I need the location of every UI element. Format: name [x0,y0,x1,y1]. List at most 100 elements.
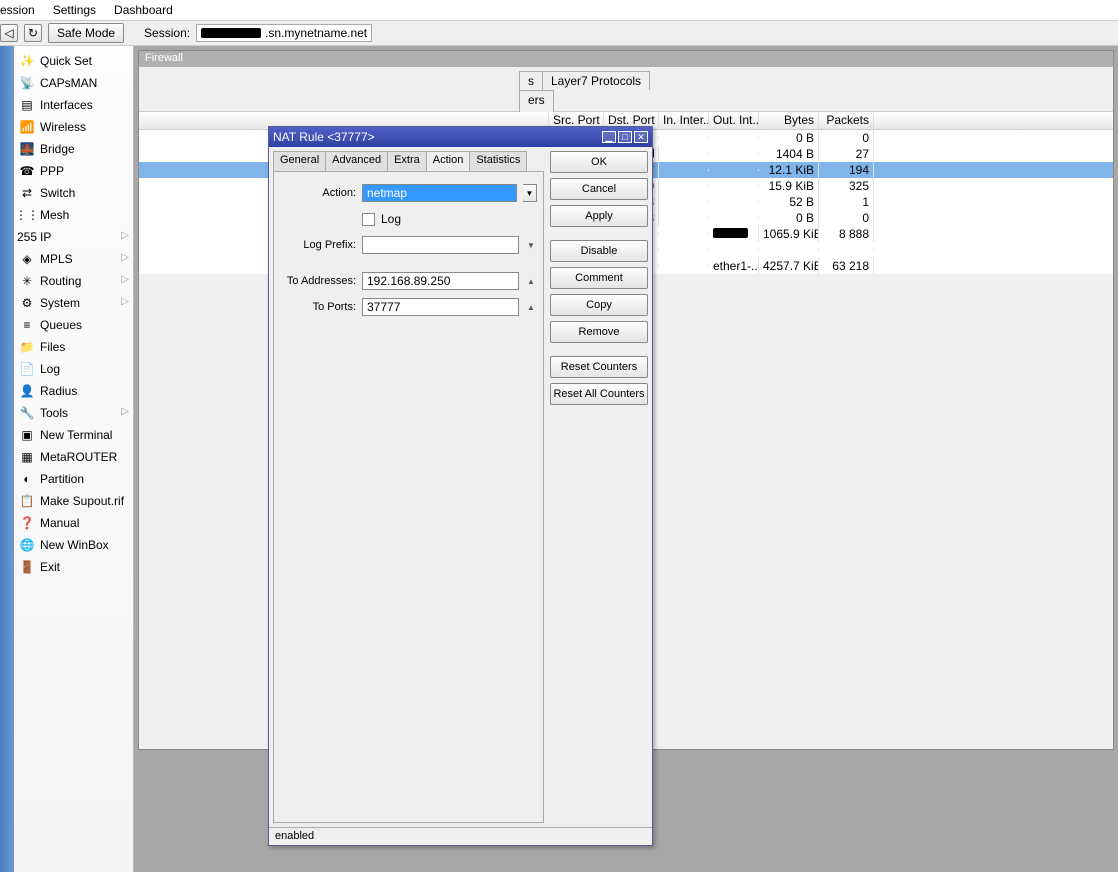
menu-bar: ession Settings Dashboard [0,0,1118,20]
sidebar-item-capsman[interactable]: 📡CAPsMAN [14,72,133,94]
apply-button[interactable]: Apply [550,205,648,227]
menu-session[interactable]: ession [0,3,35,17]
col-packets[interactable]: Packets [819,112,874,129]
sidebar-item-label: Switch [40,186,75,200]
dialog-tab-action[interactable]: Action [426,151,471,171]
remove-button[interactable]: Remove [550,321,648,343]
chevron-down-icon[interactable]: ▼ [525,241,537,250]
wifi-icon: 📶 [20,120,34,134]
chevron-up-icon[interactable]: ▲ [525,303,537,312]
sidebar-item-label: PPP [40,164,64,178]
firewall-tabs-top: s Layer7 Protocols [139,67,1113,89]
disable-button[interactable]: Disable [550,240,648,262]
sidebar-item-new-terminal[interactable]: ▣ New Terminal [14,424,133,446]
sidebar-item-mesh[interactable]: ⋮⋮Mesh [14,204,133,226]
col-outint[interactable]: Out. Int... [709,112,759,129]
sidebar-item-label: Wireless [40,120,86,134]
col-ininter[interactable]: In. Inter... [659,112,709,129]
dialog-tab-advanced[interactable]: Advanced [325,151,388,171]
sidebar-item-files[interactable]: 📁Files [14,336,133,358]
sidebar-item-label: New WinBox [40,538,109,552]
routing-icon: ✳ [20,274,34,288]
sidebar-item-label: Radius [40,384,77,398]
sidebar-item-tools[interactable]: 🔧Tools▷ [14,402,133,424]
sidebar-item-ppp[interactable]: ☎PPP [14,160,133,182]
terminal-icon: ▣ [20,428,34,442]
toaddr-input[interactable]: 192.168.89.250 [362,272,519,290]
sidebar-item-log[interactable]: 📄Log [14,358,133,380]
dialog-buttons: OK Cancel Apply Disable Comment Copy Remove Res… [550,151,648,823]
comment-button[interactable]: Comment [550,267,648,289]
close-icon[interactable]: ✕ [634,131,648,143]
sidebar-item-ip[interactable]: 255IP▷ [14,226,133,248]
submenu-icon: ▷ [121,252,129,263]
sidebar-item-mpls[interactable]: ◈MPLS▷ [14,248,133,270]
files-icon: 📁 [20,340,34,354]
sidebar-item-label: Log [40,362,60,376]
col-bytes[interactable]: Bytes [759,112,819,129]
sidebar-item-new-winbox[interactable]: 🌐New WinBox [14,534,133,556]
sidebar-item-queues[interactable]: ≡Queues [14,314,133,336]
sidebar-item-label: Tools [40,406,68,420]
toports-input[interactable]: 37777 [362,298,519,316]
reset-all-counters-button[interactable]: Reset All Counters [550,383,648,405]
dialog-titlebar[interactable]: NAT Rule <37777> ▁ □ ✕ [269,127,652,147]
sidebar-item-exit[interactable]: 🚪 Exit [14,556,133,578]
minimize-icon[interactable]: ▁ [602,131,616,143]
sidebar-item-interfaces[interactable]: ▤Interfaces [14,94,133,116]
action-select[interactable]: netmap [362,184,517,202]
menu-settings[interactable]: Settings [53,3,96,17]
sidebar-item-label: Exit [40,560,60,574]
sidebar-item-radius[interactable]: 👤Radius [14,380,133,402]
interfaces-icon: ▤ [20,98,34,112]
dialog-status: enabled [269,827,652,845]
action-dropdown-icon[interactable]: ▼ [523,184,537,202]
chevron-up-icon[interactable]: ▲ [525,277,537,286]
copy-button[interactable]: Copy [550,294,648,316]
dialog-tab-general[interactable]: General [273,151,326,171]
reset-counters-button[interactable]: Reset Counters [550,356,648,378]
sidebar-item-manual[interactable]: ❓Manual [14,512,133,534]
sidebar-item-label: Make Supout.rif [40,494,124,508]
cancel-button[interactable]: Cancel [550,178,648,200]
partition-icon: ◐ [20,472,34,486]
action-label: Action: [280,187,356,199]
back-icon[interactable]: ◁ [0,24,18,42]
dialog-tab-statistics[interactable]: Statistics [469,151,527,171]
dialog-tab-extra[interactable]: Extra [387,151,427,171]
maximize-icon[interactable]: □ [618,131,632,143]
queues-icon: ≡ [20,318,34,332]
mesh-icon: ⋮⋮ [20,208,34,222]
sidebar-item-switch[interactable]: ⇄Switch [14,182,133,204]
menu-dashboard[interactable]: Dashboard [114,3,173,17]
sidebar-item-quick-set[interactable]: ✨Quick Set [14,50,133,72]
left-gutter: nBox [0,46,14,872]
sidebar-item-bridge[interactable]: 🌉Bridge [14,138,133,160]
sidebar-item-partition[interactable]: ◐ Partition [14,468,133,490]
session-host: .sn.mynetname.net [265,26,367,40]
redo-icon[interactable]: ↻ [24,24,42,42]
log-checkbox[interactable] [362,213,375,226]
ok-button[interactable]: OK [550,151,648,173]
tab-partial[interactable]: s [519,71,543,90]
sidebar-item-label: Manual [40,516,79,530]
logprefix-input[interactable] [362,236,519,254]
sidebar-item-metarouter[interactable]: ▦MetaROUTER [14,446,133,468]
sidebar-item-label: Partition [40,472,84,486]
sidebar-item-routing[interactable]: ✳Routing▷ [14,270,133,292]
sidebar-item-label: New Terminal [40,428,112,442]
submenu-icon: ▷ [121,230,129,241]
sidebar-item-make-supout-rif[interactable]: 📋Make Supout.rif [14,490,133,512]
tab-ers[interactable]: ers [519,90,554,112]
nat-rule-dialog: NAT Rule <37777> ▁ □ ✕ GeneralAdvancedEx… [268,126,653,846]
tab-layer7[interactable]: Layer7 Protocols [542,71,650,90]
sidebar-item-label: IP [40,230,51,244]
sidebar-item-label: Quick Set [40,54,92,68]
sidebar-item-wireless[interactable]: 📶 Wireless [14,116,133,138]
submenu-icon: ▷ [121,296,129,307]
safe-mode-button[interactable]: Safe Mode [48,23,124,43]
exit-icon: 🚪 [20,560,34,574]
mpls-icon: ◈ [20,252,34,266]
dialog-title: NAT Rule <37777> [273,130,375,144]
sidebar-item-system[interactable]: ⚙System▷ [14,292,133,314]
